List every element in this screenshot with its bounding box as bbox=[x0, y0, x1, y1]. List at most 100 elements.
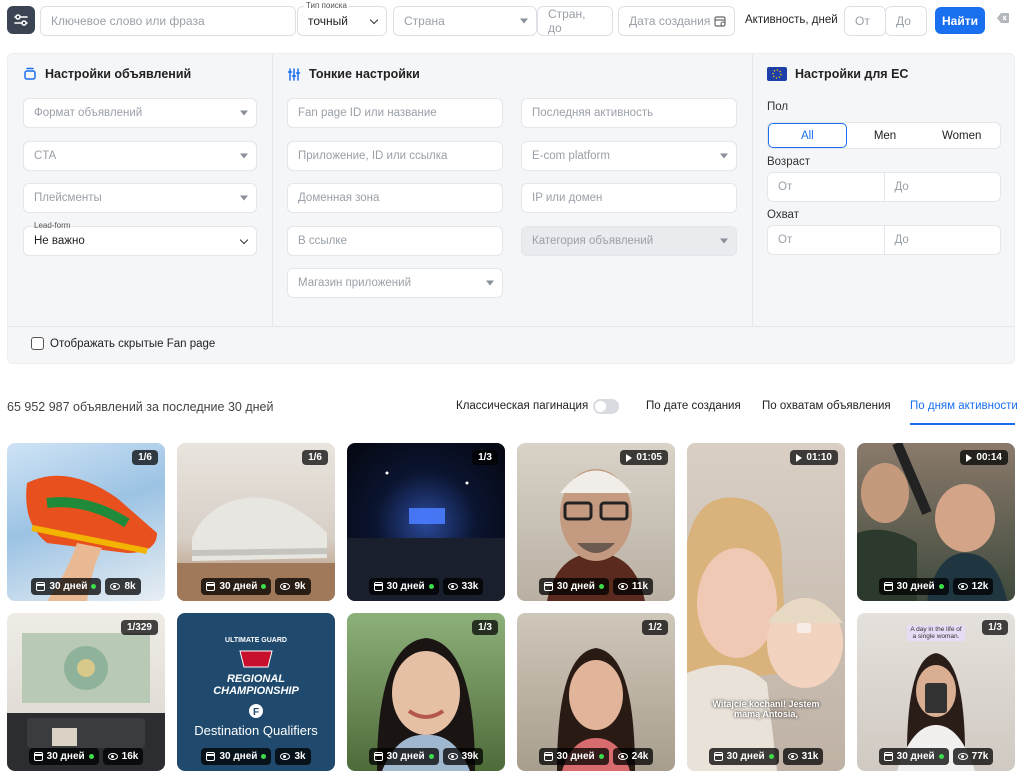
sort-by-activity-tab[interactable]: По дням активности bbox=[910, 400, 1018, 412]
ad-category-select[interactable]: Категория объявлений bbox=[521, 226, 737, 256]
video-duration-badge: 00:14 bbox=[960, 450, 1008, 465]
ad-card[interactable]: 00:14 30 дней 12k bbox=[857, 443, 1015, 601]
active-days-text: 30 дней bbox=[49, 581, 88, 592]
tune-icon bbox=[287, 67, 301, 81]
search-type-select[interactable]: точный bbox=[297, 6, 387, 36]
active-days-stat: 30 дней bbox=[708, 748, 779, 765]
panel-divider bbox=[8, 326, 1014, 327]
results-summary: 65 952 987 объявлений за последние 30 дн… bbox=[7, 400, 274, 414]
ad-thumbnail bbox=[687, 497, 843, 771]
calendar-icon bbox=[713, 752, 723, 761]
views-stat: 16k bbox=[102, 748, 144, 765]
app-store-select[interactable]: Магазин приложений bbox=[287, 268, 503, 298]
ip-domain-input[interactable]: IP или домен bbox=[521, 183, 737, 213]
calendar-icon bbox=[206, 752, 216, 761]
reach-to-input[interactable]: До bbox=[883, 226, 1001, 254]
card-stats: 30 дней 77k bbox=[857, 748, 1015, 765]
ad-card[interactable]: 1/3 30 дней 33k bbox=[347, 443, 505, 601]
calendar-icon bbox=[206, 582, 216, 591]
fanpage-input[interactable]: Fan page ID или название bbox=[287, 98, 503, 128]
find-button[interactable]: Найти bbox=[935, 7, 985, 34]
card-stats: 30 дней 16k bbox=[7, 748, 165, 765]
gender-segmented-control: All Men Women bbox=[767, 122, 1001, 149]
age-label: Возраст bbox=[767, 156, 811, 168]
ad-card[interactable]: 1/6 30 дней 9k bbox=[177, 443, 335, 601]
reach-from-input[interactable]: От bbox=[768, 226, 884, 254]
badge-text: 1/6 bbox=[308, 452, 322, 463]
badge-text: 01:05 bbox=[636, 452, 662, 463]
ad-card[interactable]: 1/2 30 дней 24k bbox=[517, 613, 675, 771]
badge-text: 1/329 bbox=[126, 622, 152, 633]
ad-card[interactable]: 01:05 30 дней 11k bbox=[517, 443, 675, 601]
ad-settings-title: Настройки объявлений bbox=[45, 67, 192, 81]
countries-upto-input[interactable]: Стран, до bbox=[537, 6, 613, 36]
views-stat: 11k bbox=[612, 578, 654, 595]
ad-card[interactable]: 01:10 Witajcie kochani! Jestem mamą Anto… bbox=[687, 443, 845, 771]
ecom-platform-select[interactable]: E-com platform bbox=[521, 141, 737, 171]
active-days-text: 30 дней bbox=[219, 751, 258, 762]
calendar-icon bbox=[543, 752, 553, 761]
ad-card[interactable]: 1/329 30 дней 16k bbox=[7, 613, 165, 771]
in-link-input[interactable]: В ссылке bbox=[287, 226, 503, 256]
active-days-stat: 30 дней bbox=[878, 578, 949, 595]
calendar-search-icon bbox=[714, 16, 726, 27]
gender-option-all[interactable]: All bbox=[768, 123, 847, 148]
active-days-text: 30 дней bbox=[46, 751, 85, 762]
ad-layers-icon bbox=[24, 67, 36, 80]
views-text: 16k bbox=[121, 751, 139, 762]
ad-card[interactable]: 1/3 A day in the life of a single woman.… bbox=[857, 613, 1015, 771]
fanpage-placeholder: Fan page ID или название bbox=[298, 107, 437, 119]
carousel-count-badge: 1/3 bbox=[982, 620, 1008, 635]
active-dot-icon bbox=[938, 754, 944, 759]
created-date-picker[interactable]: Дата создания bbox=[618, 6, 735, 36]
caret-down-icon bbox=[240, 110, 248, 116]
clear-icon[interactable] bbox=[997, 13, 1009, 23]
filters-panel: Настройки объявлений Формат объявлений C… bbox=[7, 53, 1015, 364]
play-icon bbox=[626, 453, 633, 462]
active-days-text: 30 дней bbox=[219, 581, 258, 592]
last-activity-input[interactable]: Последняя активность bbox=[521, 98, 737, 128]
views-text: 39k bbox=[461, 751, 479, 762]
ad-card[interactable]: 1/3 30 дней 39k bbox=[347, 613, 505, 771]
video-duration-badge: 01:05 bbox=[620, 450, 668, 465]
carousel-count-badge: 1/3 bbox=[472, 620, 498, 635]
country-select[interactable]: Страна bbox=[393, 6, 537, 36]
hidden-fanpage-checkbox[interactable] bbox=[31, 337, 44, 350]
activity-to-input[interactable]: До bbox=[885, 6, 927, 36]
views-stat: 9k bbox=[275, 578, 311, 595]
active-days-text: 30 дней bbox=[556, 751, 595, 762]
age-to-input[interactable]: До bbox=[883, 173, 1001, 201]
active-days-text: 30 дней bbox=[896, 751, 935, 762]
country-placeholder: Страна bbox=[404, 14, 445, 28]
domain-zone-input[interactable]: Доменная зона bbox=[287, 183, 503, 213]
cta-select[interactable]: CTA bbox=[23, 141, 257, 171]
sort-by-date-tab[interactable]: По дате создания bbox=[646, 400, 741, 412]
active-days-stat: 30 дней bbox=[538, 578, 609, 595]
eye-icon bbox=[617, 753, 628, 760]
active-days-text: 30 дней bbox=[386, 751, 425, 762]
active-dot-icon bbox=[428, 754, 434, 759]
ad-card[interactable]: 1/6 30 дней 8k bbox=[7, 443, 165, 601]
fine-settings-title: Тонкие настройки bbox=[309, 67, 420, 81]
gender-option-men[interactable]: Men bbox=[847, 123, 924, 148]
leadform-select[interactable]: Не важно bbox=[23, 226, 257, 256]
active-dot-icon bbox=[261, 754, 267, 759]
age-from-input[interactable]: От bbox=[768, 173, 884, 201]
active-dot-icon bbox=[88, 754, 94, 759]
active-days-stat: 30 дней bbox=[201, 578, 272, 595]
filters-toggle-button[interactable] bbox=[7, 6, 35, 34]
badge-text: 1/3 bbox=[988, 622, 1002, 633]
gender-option-women[interactable]: Women bbox=[923, 123, 1000, 148]
card-stats: 30 дней 24k bbox=[517, 748, 675, 765]
app-input[interactable]: Приложение, ID или ссылка bbox=[287, 141, 503, 171]
reach-label: Охват bbox=[767, 209, 799, 221]
card-stats: 30 дней 11k bbox=[517, 578, 675, 595]
keyword-input[interactable]: Ключевое слово или фраза bbox=[40, 6, 296, 36]
placements-select[interactable]: Плейсменты bbox=[23, 183, 257, 213]
ad-card[interactable]: ULTIMATE GUARD REGIONAL CHAMPIONSHIP F D… bbox=[177, 613, 335, 771]
sort-by-reach-tab[interactable]: По охватам объявления bbox=[762, 400, 891, 412]
ad-format-select[interactable]: Формат объявлений bbox=[23, 98, 257, 128]
active-dot-icon bbox=[428, 584, 434, 589]
activity-from-input[interactable]: От bbox=[844, 6, 886, 36]
classic-pagination-toggle[interactable] bbox=[593, 399, 619, 414]
